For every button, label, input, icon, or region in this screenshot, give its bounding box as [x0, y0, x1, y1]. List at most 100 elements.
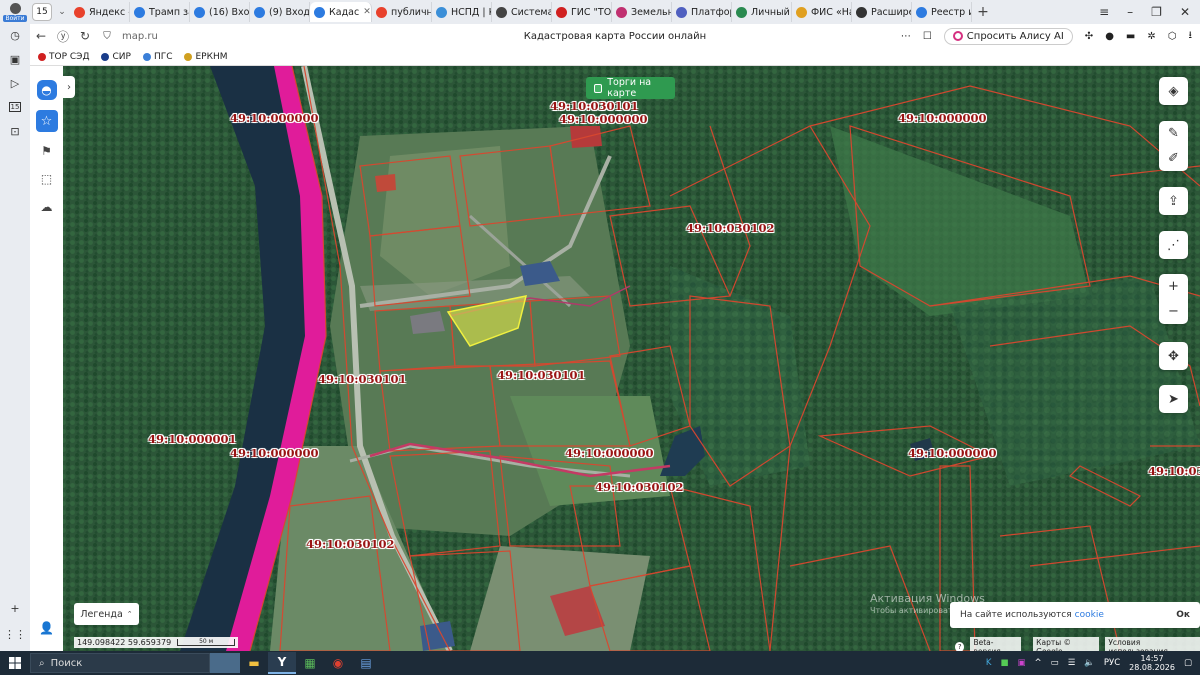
map-logo-icon[interactable]: ◓	[36, 80, 57, 100]
browser-tab[interactable]: Система	[492, 2, 552, 22]
browser-tab[interactable]: (9) Входя	[250, 2, 310, 22]
share-button[interactable]: ⋰	[1159, 231, 1188, 259]
bookmark-icon[interactable]: ☐	[923, 31, 932, 42]
extension-2-icon[interactable]: ●	[1105, 31, 1114, 42]
cadastral-label[interactable]: 49:10:030101	[318, 372, 407, 386]
browser-tab[interactable]: НСПД | К	[432, 2, 492, 22]
bookmark-item[interactable]: ЕРКНМ	[184, 52, 228, 62]
cadastral-label[interactable]: 49:10:000000	[559, 112, 648, 126]
edit-icon[interactable]: ✐	[1168, 151, 1179, 166]
cadastral-label[interactable]: 49:10:030102	[595, 480, 684, 494]
cookie-ok-button[interactable]: Ок	[1176, 610, 1190, 620]
yandex-icon[interactable]: ⓨ	[52, 28, 74, 45]
browser-tab[interactable]: Расшире	[852, 2, 912, 22]
cadastral-label[interactable]: 49:10:030101	[497, 368, 586, 382]
volume-icon[interactable]: 🔈	[1084, 658, 1095, 668]
cadastral-label[interactable]: 49:10:000001	[148, 432, 237, 446]
help-icon[interactable]: ?	[955, 642, 965, 651]
more-icon[interactable]: ⋯	[901, 31, 911, 42]
close-window-icon[interactable]: ✕	[1180, 5, 1190, 19]
map-view[interactable]: 49:10:000000 49:10:030101 49:10:000000 49:1…	[30, 66, 1200, 651]
language-indicator[interactable]: РУС	[1104, 658, 1120, 668]
cookie-link[interactable]: cookie	[1075, 610, 1104, 620]
url-text[interactable]: map.ru	[122, 31, 158, 42]
browser-tab[interactable]: публичн	[372, 2, 432, 22]
legend-button[interactable]: Легенда ⌃	[74, 603, 139, 625]
select-area-icon[interactable]: ⬚	[38, 170, 56, 188]
reload-icon[interactable]: ↻	[74, 29, 96, 43]
extensions-puzzle-icon[interactable]: ✲	[1147, 31, 1155, 42]
tab-list-chevron-icon[interactable]: ⌄	[54, 3, 70, 21]
minimize-icon[interactable]: –	[1127, 5, 1133, 19]
maximize-icon[interactable]: ❐	[1151, 5, 1162, 19]
browser-tab[interactable]: Кадас ✕	[310, 2, 372, 22]
windows-start-icon[interactable]	[0, 657, 30, 669]
profile-button[interactable]: Войти	[0, 0, 30, 24]
cadastral-label[interactable]: 49:10:000000	[230, 111, 319, 125]
chrome-icon[interactable]: ◉	[324, 652, 352, 674]
tab-count-badge[interactable]: 15	[32, 3, 52, 21]
browser-tab[interactable]: Платфор	[672, 2, 732, 22]
bookmark-item[interactable]: ПГС	[142, 52, 172, 62]
bookmark-item[interactable]: ТОР СЭД	[38, 52, 89, 62]
cadastral-label[interactable]: 49:10:000000	[565, 446, 654, 460]
close-tab-icon[interactable]: ✕	[363, 7, 371, 17]
calendar-badge-icon[interactable]: 15	[8, 100, 22, 114]
taskbar-search[interactable]: ⌕ Поиск	[30, 653, 210, 673]
browser-tab[interactable]: Личный	[732, 2, 792, 22]
cadastral-label[interactable]: 49:10:030102	[686, 221, 775, 235]
cadastral-label[interactable]: 49:10:000000	[230, 446, 319, 460]
browser-tab[interactable]: Земельн	[612, 2, 672, 22]
file-explorer-icon[interactable]: ▬	[240, 652, 268, 674]
browser-tab[interactable]: (16) Вход	[190, 2, 250, 22]
wifi-icon[interactable]: ☰	[1068, 658, 1076, 668]
ask-alice-button[interactable]: Спросить Алису AI	[943, 27, 1073, 45]
auctions-toggle[interactable]: Торги на карте	[586, 77, 675, 99]
new-tab-icon[interactable]: +	[972, 4, 994, 20]
terms-link[interactable]: Условия использования	[1105, 637, 1200, 651]
history-icon[interactable]: ◷	[8, 28, 22, 42]
locate-button[interactable]: ➤	[1159, 385, 1188, 413]
video-icon[interactable]: ▷	[8, 76, 22, 90]
spreadsheet-icon[interactable]: ▦	[296, 652, 324, 674]
browser-tab[interactable]: ФИС «На	[792, 2, 852, 22]
bookmark-item[interactable]: СИР	[101, 52, 131, 62]
collections-icon[interactable]: ▣	[8, 52, 22, 66]
extension-4-icon[interactable]: ⬡	[1168, 31, 1177, 42]
ruler-icon[interactable]: ✎	[1168, 126, 1179, 141]
cadastral-label[interactable]: 49:10:000000	[898, 111, 987, 125]
user-icon[interactable]: 👤	[38, 619, 56, 637]
layers-button[interactable]: ◈	[1159, 77, 1188, 105]
download-icon[interactable]: ⭳	[1189, 28, 1193, 45]
shield-icon[interactable]: ⛉	[96, 31, 118, 42]
browser-tab[interactable]: ГИС "ТО	[552, 2, 612, 22]
favorites-star-icon[interactable]: ☆	[35, 110, 58, 132]
browser-tab[interactable]: Яндекс –	[70, 2, 130, 22]
route-icon[interactable]: ⚑	[38, 142, 56, 160]
extension-icon[interactable]: ✣	[1085, 31, 1093, 42]
yandex-browser-icon[interactable]: Y	[268, 652, 296, 674]
menu-icon[interactable]: ≡	[1099, 5, 1109, 19]
upload-button[interactable]: ⇪	[1159, 187, 1188, 215]
tray-chevron-icon[interactable]: ^	[1035, 658, 1042, 668]
back-icon[interactable]: ←	[30, 29, 52, 43]
zoom-out-icon[interactable]: −	[1168, 304, 1179, 319]
browser-tab[interactable]: Трамп за	[130, 2, 190, 22]
tray-app-icon[interactable]: ■	[1000, 658, 1008, 668]
extension-3-icon[interactable]: ▬	[1126, 31, 1135, 42]
cadastral-label[interactable]: 49:10:03	[1148, 464, 1200, 478]
auctions-checkbox[interactable]	[594, 83, 603, 93]
cadastral-label[interactable]: 49:10:030101	[550, 99, 639, 113]
document-app-icon[interactable]: ▤	[352, 652, 380, 674]
add-panel-icon[interactable]: +	[8, 601, 22, 615]
apps-icon[interactable]: ⋮⋮	[4, 627, 26, 641]
cadastral-label[interactable]: 49:10:030102	[306, 537, 395, 551]
network-icon[interactable]: ▭	[1051, 658, 1059, 668]
search-highlight-thumbnail[interactable]	[210, 653, 240, 673]
clock[interactable]: 14:57 28.08.2026	[1129, 654, 1175, 672]
screenshot-icon[interactable]: ⊡	[8, 124, 22, 138]
tray-k-icon[interactable]: K	[986, 658, 992, 668]
cloud-icon[interactable]: ☁	[38, 198, 56, 216]
pan-button[interactable]: ✥	[1159, 342, 1188, 370]
notifications-icon[interactable]: ▢	[1184, 658, 1192, 668]
